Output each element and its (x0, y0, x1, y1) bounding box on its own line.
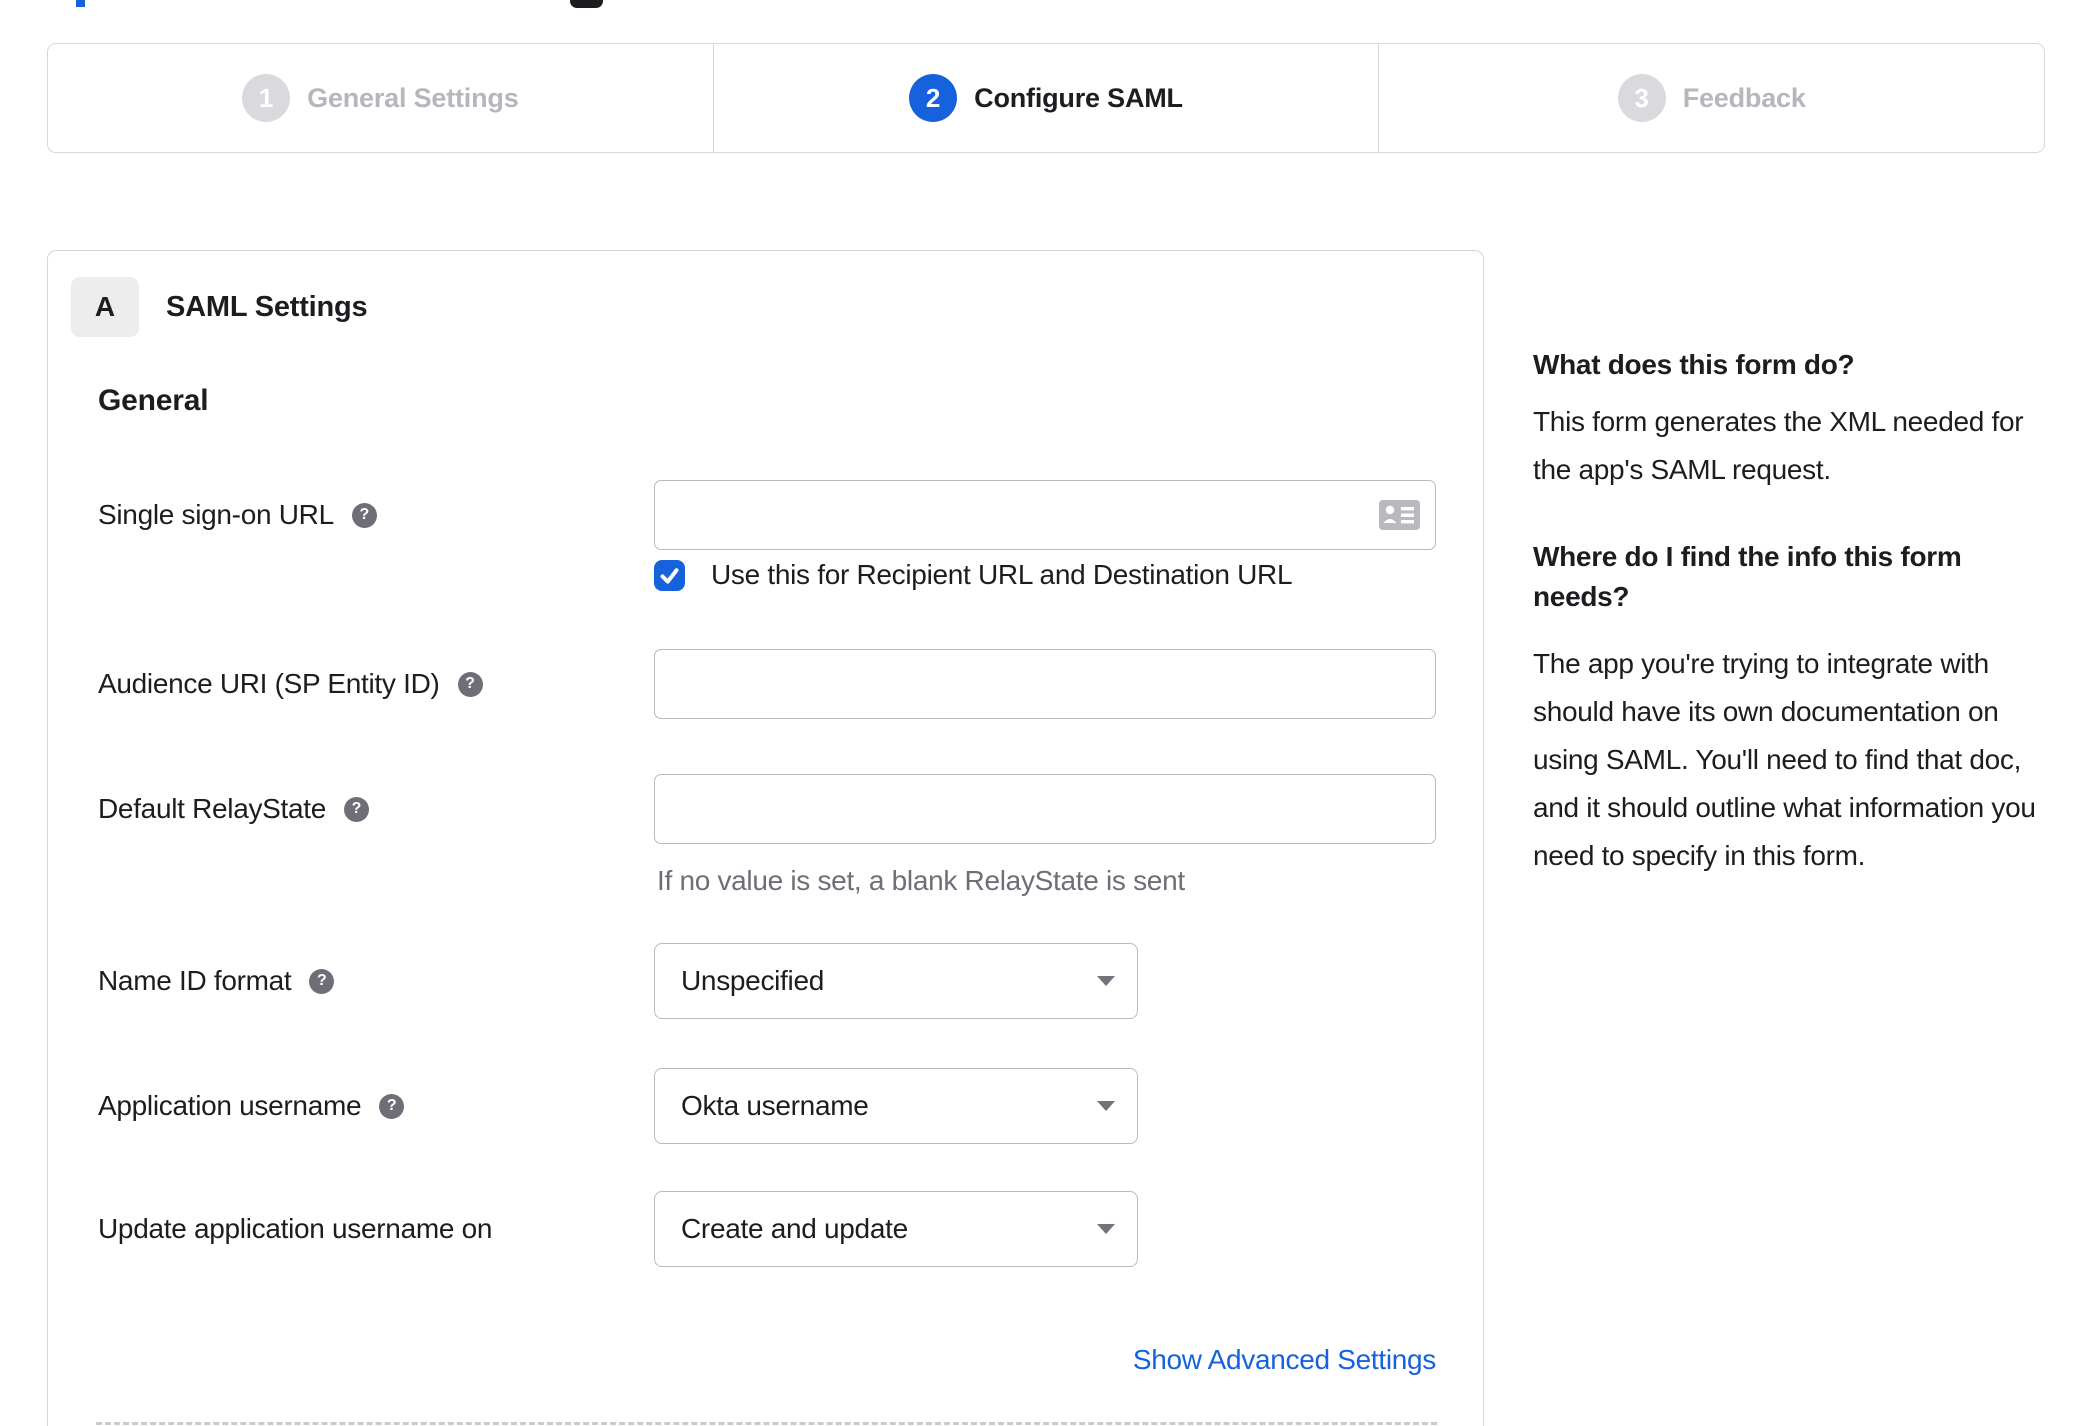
nameid-format-label: Name ID format (98, 965, 292, 996)
update-username-label: Update application username on (98, 1213, 493, 1244)
step-2-circle: 2 (909, 74, 958, 122)
help-paragraph-2: The app you're trying to integrate with … (1533, 648, 2036, 871)
chevron-down-icon (1097, 1101, 1115, 1111)
update-username-label-row: Update application username on (98, 1191, 492, 1267)
section-dashed-divider (96, 1422, 1437, 1425)
step-2-label: Configure SAML (974, 82, 1183, 113)
recipient-url-checkbox-label: Use this for Recipient URL and Destinati… (711, 559, 1293, 590)
show-advanced-settings-link[interactable]: Show Advanced Settings (1133, 1344, 1436, 1375)
section-a-badge: A (71, 277, 139, 337)
sso-url-label: Single sign-on URL (98, 499, 334, 530)
chevron-down-icon (1097, 1224, 1115, 1234)
nameid-format-value: Unspecified (681, 965, 825, 996)
audience-uri-label: Audience URI (SP Entity ID) (98, 668, 440, 699)
audience-uri-input[interactable] (654, 649, 1436, 719)
wizard-stepper: 1 General Settings 2 Configure SAML 3 Fe… (47, 43, 2045, 153)
sso-url-help-icon[interactable]: ? (351, 502, 377, 528)
nameid-format-help-icon[interactable]: ? (309, 968, 335, 994)
checkmark-icon (660, 567, 679, 584)
help-panel: What does this form do? This form genera… (1533, 345, 2053, 880)
relaystate-input[interactable] (654, 774, 1436, 844)
step-1-circle: 1 (242, 74, 291, 122)
cropped-app-logo-fragment (570, 0, 603, 8)
help-heading-2: Where do I find the info this form needs… (1533, 541, 1962, 612)
relaystate-hint: If no value is set, a blank RelayState i… (657, 865, 1185, 896)
section-title: SAML Settings (166, 291, 368, 323)
audience-uri-label-row: Audience URI (SP Entity ID) ? (98, 649, 483, 719)
app-username-label-row: Application username ? (98, 1068, 405, 1144)
recipient-url-checkbox-row: Use this for Recipient URL and Destinati… (654, 559, 1293, 591)
sso-url-input[interactable] (654, 480, 1436, 550)
nameid-format-label-row: Name ID format ? (98, 943, 335, 1019)
update-username-value: Create and update (681, 1213, 908, 1244)
configure-saml-page: 1 General Settings 2 Configure SAML 3 Fe… (0, 0, 2092, 1426)
relaystate-label: Default RelayState (98, 793, 327, 824)
step-3-label: Feedback (1682, 82, 1806, 113)
help-paragraph-1: This form generates the XML needed for t… (1533, 406, 2024, 485)
chevron-down-icon (1097, 976, 1115, 986)
sso-url-input-wrap (654, 480, 1436, 550)
saml-settings-panel: A SAML Settings General Single sign-on U… (47, 250, 1484, 1426)
update-username-select[interactable]: Create and update (654, 1191, 1138, 1267)
step-3-circle: 3 (1617, 74, 1666, 122)
app-username-help-icon[interactable]: ? (379, 1093, 405, 1119)
sso-url-label-row: Single sign-on URL ? (98, 480, 377, 550)
step-1-label: General Settings (307, 82, 519, 113)
step-feedback[interactable]: 3 Feedback (1378, 44, 2044, 152)
general-group-heading: General (98, 384, 209, 417)
cropped-header-fragment-blue (76, 0, 85, 7)
contact-card-icon (1379, 500, 1420, 530)
help-heading-1: What does this form do? (1533, 349, 1855, 380)
app-username-value: Okta username (681, 1090, 869, 1121)
advanced-link-row: Show Advanced Settings (654, 1344, 1436, 1376)
app-username-label: Application username (98, 1090, 362, 1121)
relaystate-help-icon[interactable]: ? (344, 796, 370, 822)
nameid-format-select[interactable]: Unspecified (654, 943, 1138, 1019)
step-general-settings[interactable]: 1 General Settings (48, 44, 713, 152)
recipient-url-checkbox[interactable] (654, 559, 685, 591)
step-configure-saml[interactable]: 2 Configure SAML (712, 44, 1379, 152)
relaystate-label-row: Default RelayState ? (98, 774, 370, 844)
audience-uri-help-icon[interactable]: ? (457, 671, 483, 697)
app-username-select[interactable]: Okta username (654, 1068, 1138, 1144)
